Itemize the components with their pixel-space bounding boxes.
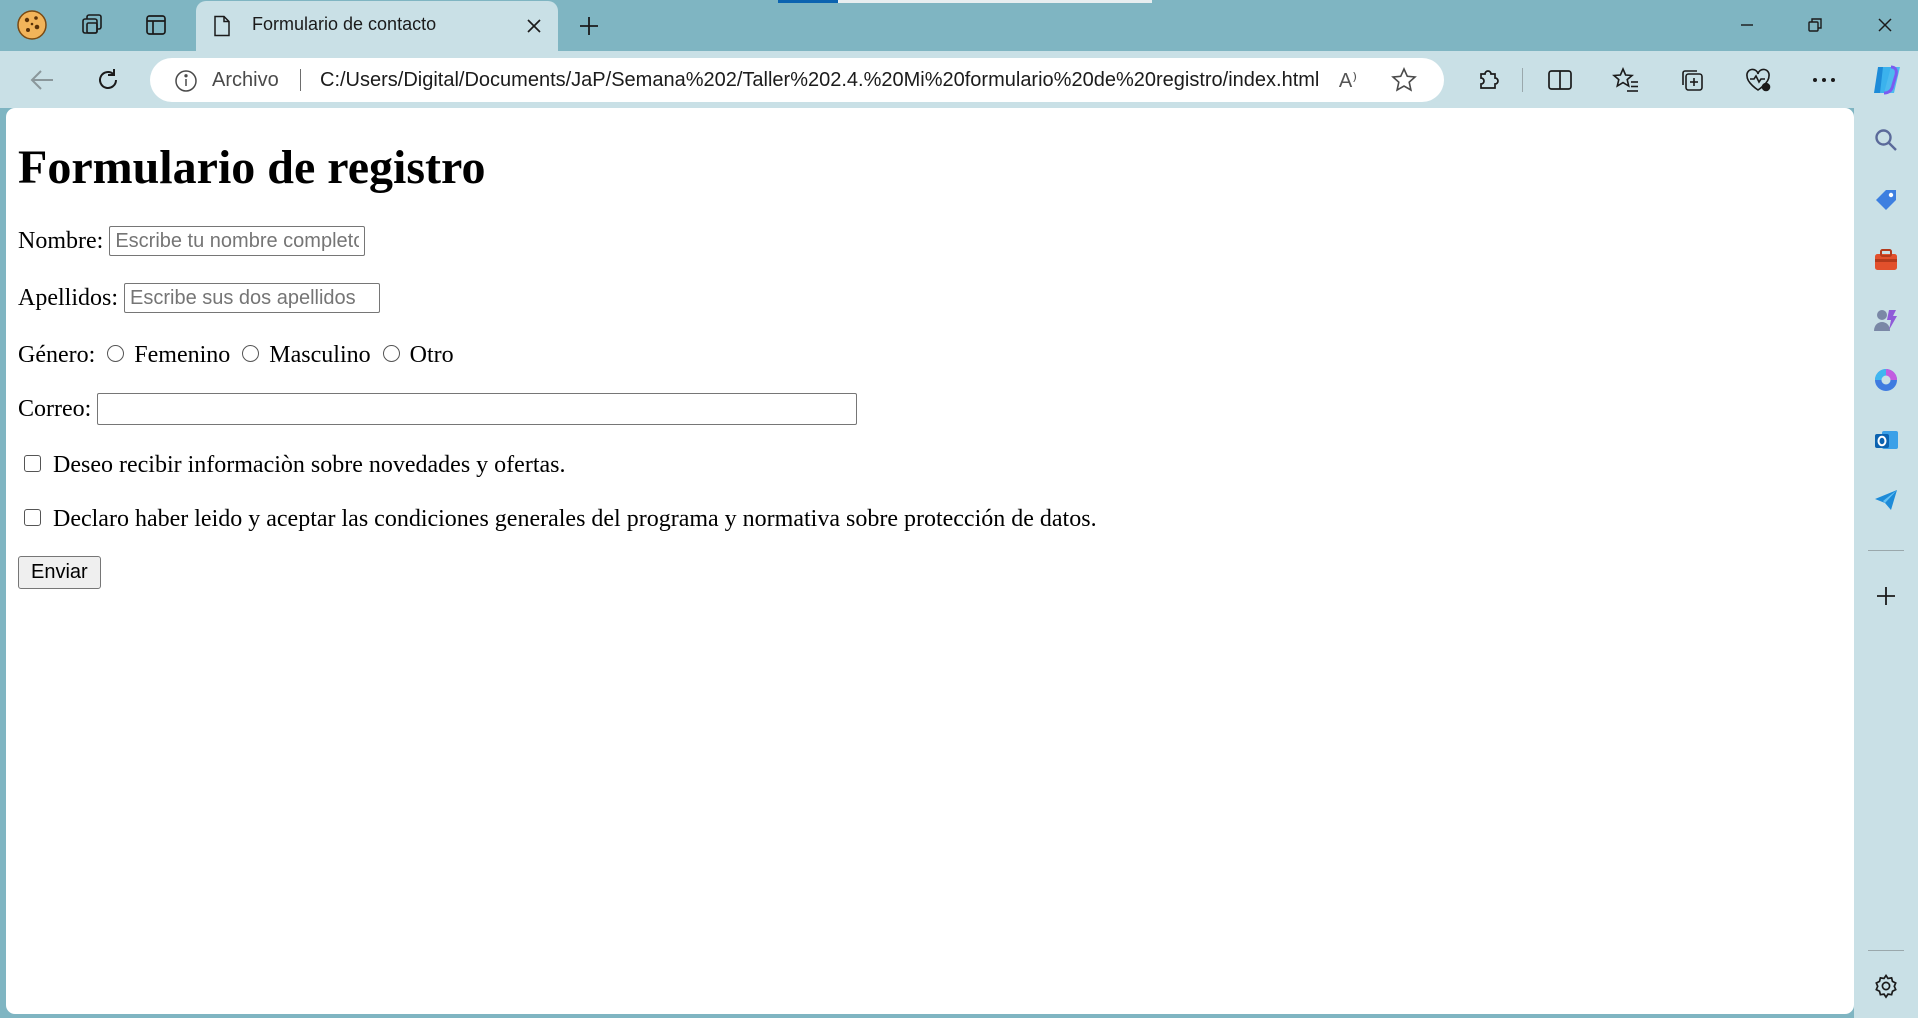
heart-pulse-icon bbox=[1746, 68, 1771, 92]
site-label: Archivo bbox=[212, 69, 279, 91]
games-icon[interactable] bbox=[1870, 304, 1902, 336]
nombre-label: Nombre: bbox=[18, 227, 104, 254]
apellidos-label: Apellidos: bbox=[18, 284, 118, 311]
favorites-button[interactable] bbox=[1606, 61, 1646, 99]
drop-send-icon[interactable] bbox=[1870, 484, 1902, 516]
correo-input[interactable] bbox=[97, 393, 858, 425]
radio-otro-label: Otro bbox=[409, 341, 454, 368]
page-loading-progress-fill bbox=[778, 0, 838, 3]
refresh-button[interactable] bbox=[88, 61, 128, 99]
collections-button[interactable] bbox=[1672, 61, 1712, 99]
terms-checkbox[interactable] bbox=[24, 508, 41, 526]
restore-icon bbox=[1808, 18, 1822, 32]
page-viewport: Formulario de registro Nombre: Apellidos… bbox=[6, 108, 1854, 1014]
address-bar[interactable]: Archivo C:/Users/Digital/Documents/JaP/S… bbox=[150, 58, 1444, 102]
outlook-icon[interactable] bbox=[1870, 424, 1902, 456]
vertical-tabs-icon[interactable] bbox=[138, 8, 174, 42]
new-tab-button[interactable] bbox=[572, 10, 606, 42]
close-icon bbox=[1878, 18, 1892, 32]
terms-row: Declaro haber leido y aceptar las condic… bbox=[18, 502, 1097, 536]
page-loading-progress bbox=[778, 0, 1152, 3]
tab-formulario-contacto[interactable]: Formulario de contacto bbox=[196, 1, 558, 51]
back-arrow-icon bbox=[30, 70, 53, 90]
more-dots-icon bbox=[1813, 78, 1835, 82]
terms-label: Declaro haber leido y aceptar las condic… bbox=[53, 505, 1097, 532]
page-icon bbox=[213, 15, 231, 41]
close-window-button[interactable] bbox=[1862, 8, 1908, 42]
read-aloud-icon[interactable]: A⁾ bbox=[1332, 66, 1364, 94]
sidebar-divider-bottom bbox=[1868, 950, 1904, 951]
browser-toolbar: Archivo C:/Users/Digital/Documents/JaP/S… bbox=[0, 51, 1918, 108]
settings-and-more-button[interactable] bbox=[1804, 61, 1844, 99]
split-screen-icon bbox=[1548, 70, 1572, 90]
nombre-row: Nombre: bbox=[18, 224, 366, 258]
nombre-input[interactable] bbox=[109, 226, 366, 256]
search-icon[interactable] bbox=[1870, 124, 1902, 156]
newsletter-label: Deseo recibir informaciòn sobre novedade… bbox=[53, 451, 566, 478]
radio-masculino-label: Masculino bbox=[269, 341, 371, 368]
radio-masculino[interactable] bbox=[242, 344, 260, 362]
genero-label: Género: bbox=[18, 341, 96, 368]
radio-femenino[interactable] bbox=[107, 344, 125, 362]
tab-title: Formulario de contacto bbox=[252, 14, 437, 34]
minimize-icon bbox=[1741, 24, 1753, 26]
url-text[interactable]: C:/Users/Digital/Documents/JaP/Semana%20… bbox=[320, 69, 1320, 92]
site-info-icon[interactable] bbox=[174, 69, 198, 97]
shopping-tag-icon[interactable] bbox=[1870, 184, 1902, 216]
profile-avatar-icon[interactable] bbox=[14, 8, 50, 42]
apellidos-row: Apellidos: bbox=[18, 281, 380, 315]
newsletter-row: Deseo recibir informaciòn sobre novedade… bbox=[18, 448, 565, 482]
microsoft-365-icon[interactable] bbox=[1870, 364, 1902, 396]
genero-row: Género: Femenino Masculino Otro bbox=[18, 338, 454, 372]
favorite-star-icon[interactable] bbox=[1390, 66, 1418, 98]
radio-otro[interactable] bbox=[382, 344, 400, 362]
favorites-list-icon bbox=[1612, 67, 1638, 92]
radio-femenino-label: Femenino bbox=[134, 341, 231, 368]
page-title: Formulario de registro bbox=[18, 141, 486, 194]
puzzle-icon bbox=[1480, 70, 1499, 89]
tab-close-icon[interactable] bbox=[522, 14, 546, 38]
copilot-icon[interactable] bbox=[1867, 60, 1907, 100]
tools-briefcase-icon[interactable] bbox=[1870, 244, 1902, 276]
back-button[interactable] bbox=[22, 61, 62, 99]
extensions-button[interactable] bbox=[1468, 61, 1508, 99]
newsletter-checkbox[interactable] bbox=[24, 454, 41, 472]
browser-essentials-button[interactable] bbox=[1738, 61, 1778, 99]
restore-button[interactable] bbox=[1792, 8, 1838, 42]
title-bar: Formulario de contacto bbox=[0, 0, 1918, 51]
apellidos-input[interactable] bbox=[124, 283, 380, 313]
refresh-icon bbox=[99, 69, 117, 89]
collections-icon bbox=[1682, 70, 1703, 91]
add-sidebar-app-icon[interactable] bbox=[1870, 580, 1902, 612]
edge-sidebar bbox=[1854, 108, 1918, 1018]
sidebar-divider bbox=[1868, 550, 1904, 551]
minimize-button[interactable] bbox=[1724, 8, 1770, 42]
address-divider bbox=[300, 69, 301, 91]
correo-label: Correo: bbox=[18, 395, 92, 422]
correo-row: Correo: bbox=[18, 392, 858, 426]
workspaces-icon[interactable] bbox=[74, 8, 110, 42]
toolbar-divider bbox=[1522, 68, 1523, 92]
sidebar-settings-gear-icon[interactable] bbox=[1870, 970, 1902, 1002]
split-screen-button[interactable] bbox=[1540, 61, 1580, 99]
submit-button[interactable]: Enviar bbox=[18, 556, 101, 589]
